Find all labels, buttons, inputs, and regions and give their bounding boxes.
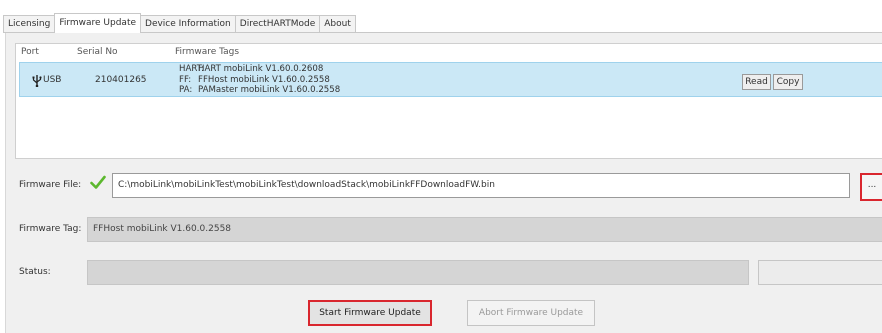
copy-button[interactable]: Copy — [773, 74, 803, 90]
firmware-tags-cell: HART: HART mobiLink V1.60.0.2608 FF: FFHos… — [179, 64, 340, 96]
serial-cell: 210401265 — [95, 75, 147, 85]
tab-strip: Licensing Firmware Update Device Informa… — [3, 13, 356, 33]
device-row[interactable]: USB 210401265 HART: HART mobiLink V1.60.0… — [19, 62, 882, 97]
tag-value: PAMaster mobiLink V1.60.0.2558 — [198, 85, 341, 95]
tag-line-hart: HART: HART mobiLink V1.60.0.2608 — [179, 64, 340, 75]
firmware-tag-label: Firmware Tag: — [19, 224, 82, 234]
tag-key: PA: — [179, 85, 193, 95]
status-progress-bar — [87, 260, 749, 285]
tag-key: FF: — [179, 74, 192, 85]
check-icon — [90, 175, 106, 189]
column-header-serial[interactable]: Serial No — [77, 47, 118, 57]
column-header-port[interactable]: Port — [21, 47, 39, 57]
tag-line-ff: FF: FFHost mobiLink V1.60.0.2558 — [179, 75, 340, 86]
tag-line-pa: PA: PAMaster mobiLink V1.60.0.2558 — [179, 85, 340, 96]
tab-firmware-update[interactable]: Firmware Update — [54, 13, 142, 33]
tag-value: FFHost mobiLink V1.60.0.2558 — [198, 74, 330, 85]
read-button[interactable]: Read — [742, 74, 771, 90]
tag-key: HART: — [179, 64, 204, 74]
column-header-tags[interactable]: Firmware Tags — [175, 47, 239, 57]
tag-value: HART mobiLink V1.60.0.2608 — [198, 64, 324, 74]
tab-direct-hart-mode[interactable]: DirectHARTMode — [234, 15, 321, 33]
tab-licensing[interactable]: Licensing — [3, 15, 56, 33]
firmware-file-label: Firmware File: — [19, 180, 82, 190]
tab-device-information[interactable]: Device Information — [140, 15, 236, 33]
status-text-field — [758, 260, 882, 285]
device-grid: Port Serial No Firmware Tags USB 2104012… — [15, 43, 882, 159]
abort-firmware-update-button[interactable]: Abort Firmware Update — [467, 300, 595, 326]
browse-button[interactable]: ... — [860, 173, 882, 201]
tab-about[interactable]: About — [319, 15, 356, 33]
status-label: Status: — [19, 267, 51, 277]
start-firmware-update-button[interactable]: Start Firmware Update — [308, 300, 432, 326]
port-cell: USB — [43, 75, 62, 85]
firmware-tag-field: FFHost mobiLink V1.60.0.2558 — [87, 217, 882, 242]
usb-icon — [32, 75, 42, 87]
firmware-file-input[interactable]: C:\mobiLink\mobiLinkTest\mobiLinkTest\do… — [112, 173, 850, 198]
